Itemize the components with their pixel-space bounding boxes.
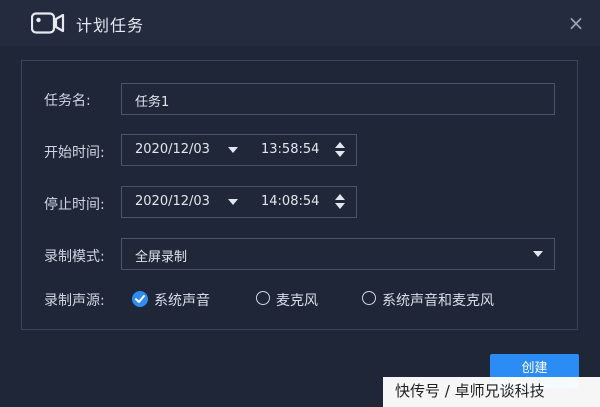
radio-system-sound[interactable]: 系统声音 [132, 289, 222, 309]
radio-system-and-microphone[interactable]: 系统声音和麦克风 [362, 289, 512, 309]
stop-time-spinner-icon[interactable] [335, 194, 345, 210]
chevron-down-icon[interactable] [533, 251, 543, 257]
task-name-value: 任务1 [135, 95, 170, 110]
start-time-label: 开始时间: [44, 145, 105, 161]
stop-time-value: 14:08:54 [261, 194, 320, 209]
start-date-value: 2020/12/03 [135, 142, 210, 157]
stop-time-label: 停止时间: [44, 197, 105, 213]
window-title: 计划任务 [76, 16, 145, 35]
watermark: 快传号 / 卓师兄谈科技 [383, 377, 600, 407]
camera-icon [31, 12, 65, 34]
audio-source-label: 录制声源: [44, 293, 105, 309]
radio-empty-icon [256, 291, 270, 305]
title-bar: 计划任务 × [0, 0, 600, 46]
start-time-picker[interactable]: 2020/12/03 13:58:54 [121, 134, 357, 166]
stop-date-value: 2020/12/03 [135, 194, 210, 209]
task-name-input[interactable]: 任务1 [121, 83, 555, 115]
radio-label: 系统声音 [154, 293, 210, 309]
record-mode-select[interactable]: 全屏录制 [121, 238, 555, 270]
start-time-spinner-icon[interactable] [335, 142, 345, 158]
close-icon[interactable]: × [566, 13, 586, 33]
record-mode-value: 全屏录制 [135, 250, 188, 265]
radio-label: 麦克风 [276, 293, 318, 309]
stop-time-picker[interactable]: 2020/12/03 14:08:54 [121, 186, 357, 218]
radio-empty-icon [362, 291, 376, 305]
start-time-value: 13:58:54 [261, 142, 320, 157]
start-date-dropdown-icon[interactable] [228, 147, 238, 153]
stop-date-dropdown-icon[interactable] [228, 199, 238, 205]
record-mode-label: 录制模式: [44, 249, 105, 265]
radio-microphone[interactable]: 麦克风 [256, 289, 331, 309]
radio-label: 系统声音和麦克风 [382, 293, 494, 309]
check-icon [132, 291, 148, 307]
task-name-label: 任务名: [44, 93, 91, 109]
